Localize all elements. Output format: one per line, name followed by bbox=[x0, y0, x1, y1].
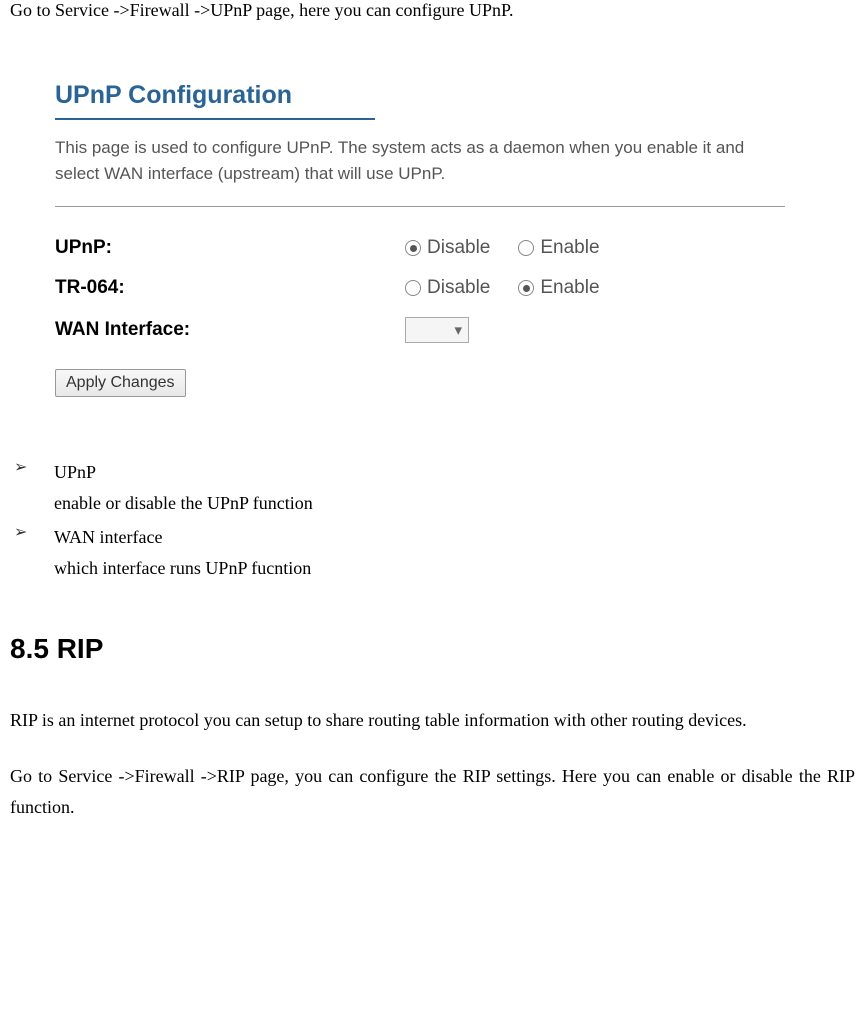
bullet-icon: ➢ bbox=[10, 522, 54, 583]
upnp-row: UPnP: Disable Enable bbox=[55, 237, 810, 259]
radio-label: Enable bbox=[540, 237, 599, 259]
radio-icon bbox=[405, 280, 421, 296]
config-description: This page is used to configure UPnP. The… bbox=[55, 135, 785, 207]
bullet-title: UPnP bbox=[54, 457, 313, 488]
wan-interface-row: WAN Interface: ▾ bbox=[55, 317, 810, 343]
chevron-down-icon: ▾ bbox=[454, 321, 462, 339]
upnp-label: UPnP: bbox=[55, 237, 405, 259]
tr064-disable-option[interactable]: Disable bbox=[405, 277, 490, 299]
bullet-description: enable or disable the UPnP function bbox=[54, 488, 313, 519]
wan-interface-label: WAN Interface: bbox=[55, 319, 405, 341]
upnp-enable-option[interactable]: Enable bbox=[518, 237, 599, 259]
apply-changes-button[interactable]: Apply Changes bbox=[55, 369, 186, 397]
bullet-title: WAN interface bbox=[54, 522, 311, 553]
radio-label: Disable bbox=[427, 237, 490, 259]
tr064-enable-option[interactable]: Enable bbox=[518, 277, 599, 299]
upnp-config-panel: UPnP Configuration This page is used to … bbox=[15, 61, 850, 417]
list-item: ➢ WAN interface which interface runs UPn… bbox=[10, 522, 855, 583]
radio-icon bbox=[405, 240, 421, 256]
section-heading-rip: 8.5 RIP bbox=[10, 633, 855, 665]
rip-description-paragraph: RIP is an internet protocol you can setu… bbox=[10, 705, 855, 736]
config-title: UPnP Configuration bbox=[55, 81, 375, 120]
list-item: ➢ UPnP enable or disable the UPnP functi… bbox=[10, 457, 855, 518]
tr064-row: TR-064: Disable Enable bbox=[55, 277, 810, 299]
tr064-label: TR-064: bbox=[55, 277, 405, 299]
bullet-list: ➢ UPnP enable or disable the UPnP functi… bbox=[10, 457, 855, 583]
bullet-description: which interface runs UPnP fucntion bbox=[54, 553, 311, 584]
tr064-radio-group: Disable Enable bbox=[405, 277, 628, 299]
radio-label: Disable bbox=[427, 277, 490, 299]
radio-icon bbox=[518, 280, 534, 296]
rip-navigation-paragraph: Go to Service ->Firewall ->RIP page, you… bbox=[10, 761, 855, 822]
radio-icon bbox=[518, 240, 534, 256]
wan-interface-select[interactable]: ▾ bbox=[405, 317, 469, 343]
radio-label: Enable bbox=[540, 277, 599, 299]
upnp-disable-option[interactable]: Disable bbox=[405, 237, 490, 259]
upnp-radio-group: Disable Enable bbox=[405, 237, 628, 259]
bullet-icon: ➢ bbox=[10, 457, 54, 518]
intro-paragraph: Go to Service ->Firewall ->UPnP page, he… bbox=[10, 0, 855, 21]
